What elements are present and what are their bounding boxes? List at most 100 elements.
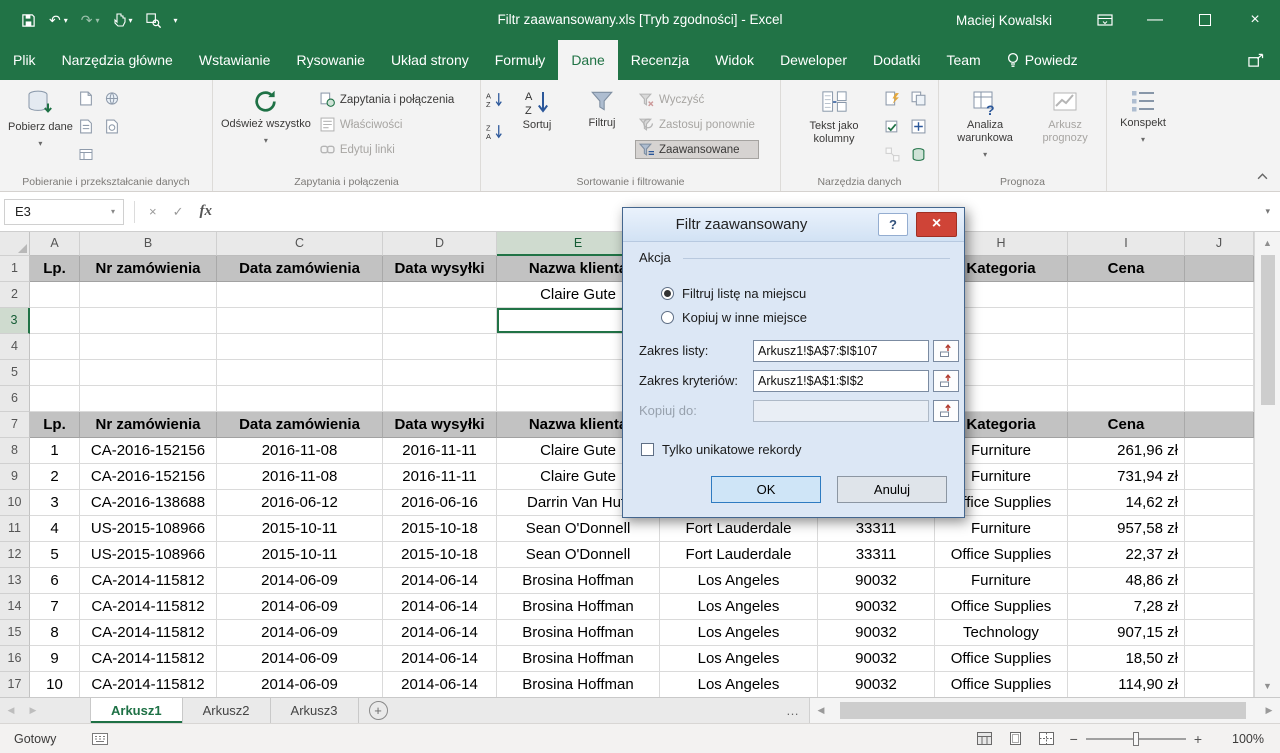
from-table-button[interactable]	[79, 119, 101, 139]
tell-me-button[interactable]: Powiedz	[994, 40, 1091, 80]
cell-F11[interactable]: Fort Lauderdale	[660, 516, 818, 542]
view-normal-icon[interactable]	[969, 732, 1000, 745]
cell-J3[interactable]	[1185, 308, 1254, 334]
cell-A3[interactable]	[30, 308, 80, 334]
row-header-17[interactable]: 17	[0, 672, 30, 697]
cell-C1[interactable]: Data zamówienia	[217, 256, 383, 282]
cell-G17[interactable]: 90032	[818, 672, 935, 697]
cell-J15[interactable]	[1185, 620, 1254, 646]
cell-B14[interactable]: CA-2014-115812	[80, 594, 217, 620]
get-data-button[interactable]: Pobierz dane ▾	[5, 83, 76, 155]
cell-E16[interactable]: Brosina Hoffman	[497, 646, 660, 672]
vertical-scrollbar[interactable]: ▲ ▼	[1254, 232, 1280, 697]
tab-recenzja[interactable]: Recenzja	[618, 40, 702, 80]
vertical-scroll-thumb[interactable]	[1261, 255, 1275, 405]
cell-C6[interactable]	[217, 386, 383, 412]
cell-I11[interactable]: 957,58 zł	[1068, 516, 1185, 542]
cell-J12[interactable]	[1185, 542, 1254, 568]
cell-A9[interactable]: 2	[30, 464, 80, 490]
cell-I8[interactable]: 261,96 zł	[1068, 438, 1185, 464]
tab-widok[interactable]: Widok	[702, 40, 767, 80]
sheet-next-icon[interactable]: ▶	[22, 698, 44, 723]
cell-B9[interactable]: CA-2016-152156	[80, 464, 217, 490]
column-header-D[interactable]: D	[383, 232, 497, 256]
cell-A7[interactable]: Lp.	[30, 412, 80, 438]
user-name[interactable]: Maciej Kowalski	[956, 13, 1052, 28]
tab-formuly[interactable]: Formuły	[482, 40, 559, 80]
cell-A15[interactable]: 8	[30, 620, 80, 646]
new-sheet-button[interactable]: +	[369, 701, 388, 720]
tab-dodatki[interactable]: Dodatki	[860, 40, 933, 80]
cell-C11[interactable]: 2015-10-11	[217, 516, 383, 542]
cell-E15[interactable]: Brosina Hoffman	[497, 620, 660, 646]
cell-C5[interactable]	[217, 360, 383, 386]
cell-B7[interactable]: Nr zamówienia	[80, 412, 217, 438]
cell-J7[interactable]	[1185, 412, 1254, 438]
cell-C12[interactable]: 2015-10-11	[217, 542, 383, 568]
cell-C2[interactable]	[217, 282, 383, 308]
row-header-2[interactable]: 2	[0, 282, 30, 308]
select-all-button[interactable]	[0, 232, 30, 256]
cell-C14[interactable]: 2014-06-09	[217, 594, 383, 620]
cell-A16[interactable]: 9	[30, 646, 80, 672]
cancel-button[interactable]: Anuluj	[837, 476, 947, 503]
row-header-13[interactable]: 13	[0, 568, 30, 594]
cell-I17[interactable]: 114,90 zł	[1068, 672, 1185, 697]
cell-I15[interactable]: 907,15 zł	[1068, 620, 1185, 646]
dialog-close-button[interactable]: ×	[916, 212, 957, 237]
existing-connections-button[interactable]	[79, 147, 101, 167]
unique-records-label[interactable]: Tylko unikatowe rekordy	[662, 442, 801, 457]
share-button[interactable]	[1231, 40, 1280, 80]
formula-bar-expand-icon[interactable]: ▾	[1255, 206, 1280, 217]
sheet-tab-arkusz3[interactable]: Arkusz3	[271, 698, 359, 723]
cell-D14[interactable]: 2014-06-14	[383, 594, 497, 620]
cell-D15[interactable]: 2014-06-14	[383, 620, 497, 646]
cell-B5[interactable]	[80, 360, 217, 386]
cell-G14[interactable]: 90032	[818, 594, 935, 620]
collapse-ribbon-button[interactable]	[1257, 167, 1268, 185]
data-validation-button[interactable]	[885, 119, 907, 139]
cell-C17[interactable]: 2014-06-09	[217, 672, 383, 697]
maximize-button[interactable]	[1180, 0, 1230, 40]
tab-dane[interactable]: Dane	[558, 40, 617, 80]
outline-button[interactable]: Konspekt ▾	[1112, 83, 1174, 151]
view-page-break-icon[interactable]	[1031, 732, 1062, 745]
consolidate-button[interactable]	[911, 119, 933, 139]
cell-A13[interactable]: 6	[30, 568, 80, 594]
cell-B16[interactable]: CA-2014-115812	[80, 646, 217, 672]
horizontal-scrollbar[interactable]: ◀ ▶	[809, 698, 1280, 723]
cell-B13[interactable]: CA-2014-115812	[80, 568, 217, 594]
cell-A1[interactable]: Lp.	[30, 256, 80, 282]
cell-J10[interactable]	[1185, 490, 1254, 516]
relationships-button[interactable]	[885, 147, 907, 167]
cell-A5[interactable]	[30, 360, 80, 386]
cell-C3[interactable]	[217, 308, 383, 334]
ribbon-display-options-button[interactable]	[1080, 0, 1130, 40]
criteria-range-input[interactable]	[753, 370, 929, 392]
column-header-C[interactable]: C	[217, 232, 383, 256]
insert-function-button[interactable]: fx	[192, 203, 221, 220]
cell-I7[interactable]: Cena	[1068, 412, 1185, 438]
cell-D6[interactable]	[383, 386, 497, 412]
cell-J6[interactable]	[1185, 386, 1254, 412]
cell-D9[interactable]: 2016-11-11	[383, 464, 497, 490]
cell-D7[interactable]: Data wysyłki	[383, 412, 497, 438]
sort-ascending-button[interactable]: AZ	[486, 91, 503, 113]
zoom-level[interactable]: 100%	[1212, 732, 1264, 746]
cell-A6[interactable]	[30, 386, 80, 412]
column-header-A[interactable]: A	[30, 232, 80, 256]
cell-I3[interactable]	[1068, 308, 1185, 334]
cell-H11[interactable]: Furniture	[935, 516, 1068, 542]
from-text-csv-button[interactable]	[79, 91, 101, 111]
sheet-tab-arkusz1[interactable]: Arkusz1	[90, 698, 183, 723]
cell-J4[interactable]	[1185, 334, 1254, 360]
cell-I10[interactable]: 14,62 zł	[1068, 490, 1185, 516]
cell-E11[interactable]: Sean O'Donnell	[497, 516, 660, 542]
scroll-up-icon[interactable]: ▲	[1263, 236, 1272, 250]
cell-B2[interactable]	[80, 282, 217, 308]
cell-I1[interactable]: Cena	[1068, 256, 1185, 282]
refresh-all-button[interactable]: Odśwież wszystko ▾	[218, 83, 314, 152]
unique-records-checkbox[interactable]	[641, 443, 654, 456]
advanced-filter-button[interactable]: Zaawansowane	[636, 141, 758, 158]
cell-D2[interactable]	[383, 282, 497, 308]
